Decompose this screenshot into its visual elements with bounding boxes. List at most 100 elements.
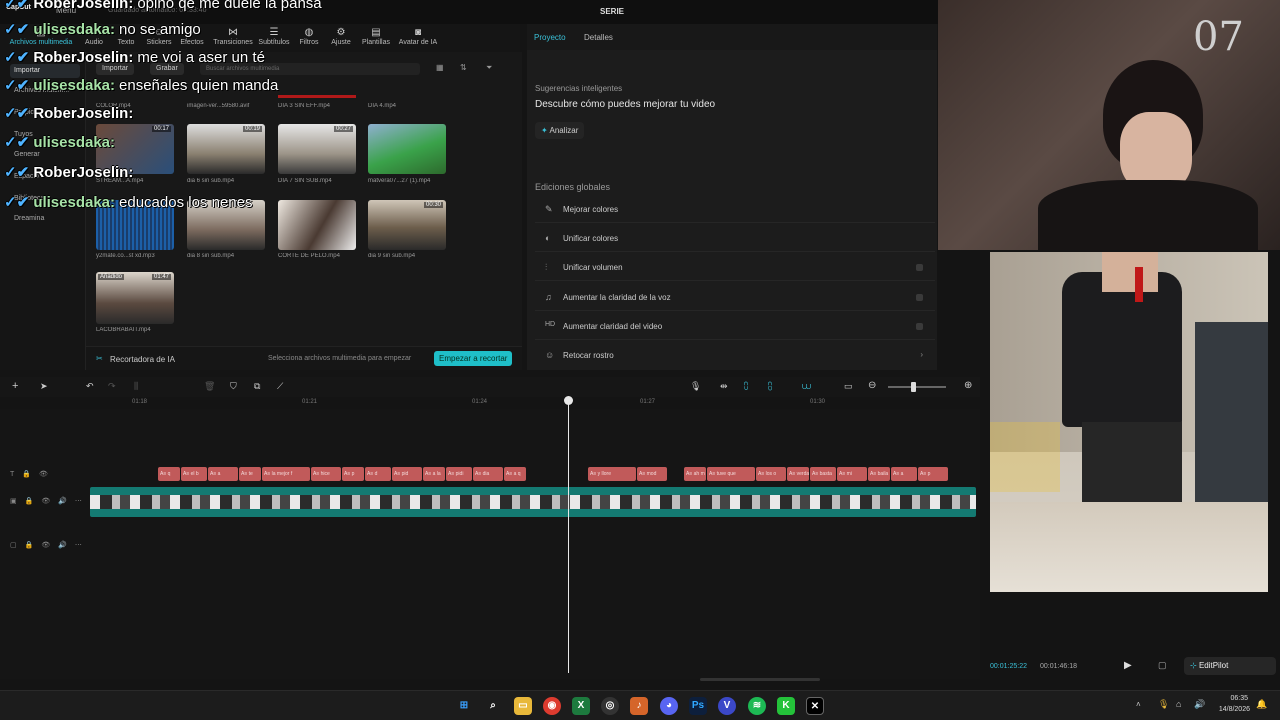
undo-icon[interactable]: ↶ [86, 381, 94, 392]
subtitle-clip[interactable]: A≡ la mejor f [262, 467, 310, 481]
delete-icon[interactable]: 🗑 [204, 381, 215, 392]
discord-icon[interactable]: ◕ [660, 697, 678, 715]
spotify-icon[interactable]: ≋ [748, 697, 766, 715]
subtitle-clip[interactable]: A≡ q [158, 467, 180, 481]
preview-axis-icon[interactable]: ⩊ [802, 381, 811, 392]
subtitle-clip[interactable]: A≡ mi [837, 467, 867, 481]
redo-icon[interactable]: ↷ [108, 381, 116, 392]
video-track-controls[interactable]: ▣🔒👁🔊⋯ [10, 497, 90, 505]
subtitle-clip[interactable]: A≡ basta [810, 467, 836, 481]
vpn-icon[interactable]: V [718, 697, 736, 715]
playhead-handle[interactable] [564, 396, 573, 405]
subtitle-clip[interactable]: A≡ tuve que [707, 467, 755, 481]
snap-icon[interactable]: ⩉ [768, 381, 772, 392]
analyze-button[interactable]: ✦ Analizar [535, 122, 585, 139]
capcut-icon[interactable]: ✕ [806, 697, 824, 715]
playhead[interactable] [568, 397, 569, 673]
filter-icon[interactable]: ⏷ [486, 63, 492, 73]
magnet-icon[interactable]: ⩇ [744, 381, 748, 392]
subtitle-track-controls[interactable]: T🔒👁 [10, 470, 56, 478]
subtitle-clip[interactable]: A≡ dia [473, 467, 503, 481]
subtitle-clip[interactable]: A≡ te [239, 467, 261, 481]
sort-icon[interactable]: ⇅ [460, 63, 467, 72]
global-edit-row[interactable]: ☺ Retocar rostro › [535, 342, 935, 369]
fl-studio-icon[interactable]: ♪ [630, 697, 648, 715]
mic-tray-icon[interactable]: 🎙 [1158, 699, 1169, 710]
media-thumbnail[interactable] [278, 200, 356, 250]
global-edit-row[interactable]: ◐ Unificar colores [535, 225, 935, 252]
start-trim-button[interactable]: Empezar a recortar [434, 351, 513, 366]
subtitle-clip[interactable]: A≡ pidi [446, 467, 472, 481]
tab-project[interactable]: Proyecto [534, 33, 566, 42]
kick-icon[interactable]: K [777, 697, 795, 715]
subtitle-clip[interactable]: A≡ a q [504, 467, 526, 481]
ratio-icon[interactable]: ▢ [1158, 660, 1167, 671]
audio-track-controls[interactable]: ▢🔒👁🔊⋯ [10, 541, 90, 549]
subtitle-clip[interactable]: A≡ el b [181, 467, 207, 481]
toggle-checkbox[interactable] [916, 294, 923, 301]
windows-start-icon[interactable]: ⊞ [455, 697, 473, 715]
tool-ai-avatar[interactable]: ◙ Avatar de IA [396, 27, 440, 46]
subtitle-clip[interactable]: A≡ mod [637, 467, 667, 481]
split-icon[interactable]: ⫼ [134, 381, 138, 392]
volume-icon[interactable]: 🔊 [1194, 699, 1205, 710]
sidebar-item-dreamina[interactable]: Dreamina [10, 212, 80, 226]
timeline-ruler[interactable]: 01:18 01:21 01:24 01:27 01:30 [88, 397, 980, 409]
global-edit-row[interactable]: ✎ Mejorar colores [535, 196, 935, 223]
media-thumbnail[interactable]: 01:47 Añadido [96, 272, 174, 324]
global-edit-row[interactable]: ♫ Aumentar la claridad de la voz [535, 284, 935, 311]
media-thumbnail[interactable] [368, 124, 446, 174]
notification-icon[interactable]: 🔔 [1256, 699, 1267, 710]
subtitle-clip[interactable]: A≡ a [208, 467, 238, 481]
zoom-slider[interactable] [888, 386, 946, 388]
chrome-icon[interactable]: ◉ [543, 697, 561, 715]
media-thumbnail[interactable]: 00:27 [278, 124, 356, 174]
select-tool-icon[interactable]: ➤ [40, 381, 48, 392]
toggle-checkbox[interactable] [916, 264, 923, 271]
global-edit-row[interactable]: ⫶ Unificar volumen [535, 254, 935, 281]
subtitle-clip[interactable]: A≡ a la [423, 467, 445, 481]
media-thumbnail[interactable]: 00:19 [187, 124, 265, 174]
file-explorer-icon[interactable]: ▭ [514, 697, 532, 715]
subtitle-clip[interactable]: A≡ p [918, 467, 948, 481]
timeline-scrollbar[interactable] [700, 678, 820, 681]
tab-details[interactable]: Detalles [584, 33, 613, 42]
play-icon[interactable]: ▶ [1124, 660, 1132, 671]
toggle-checkbox[interactable] [916, 323, 923, 330]
zoom-out-icon[interactable]: ⊖ [868, 380, 876, 391]
subtitle-clip[interactable]: A≡ los o [756, 467, 786, 481]
excel-icon[interactable]: X [572, 697, 590, 715]
mic-icon[interactable]: 🎙 [690, 381, 701, 392]
grid-view-icon[interactable]: ▦ [436, 63, 444, 72]
subtitle-clip[interactable]: A≡ hice [311, 467, 341, 481]
tool-transitions[interactable]: ⋈ Transiciones [211, 27, 255, 46]
tool-subtitles[interactable]: ☰ Subtítulos [254, 27, 294, 46]
shield-icon[interactable]: ⛉ [230, 381, 237, 392]
editpilot-button[interactable]: ⊹ EditPilot [1184, 657, 1276, 675]
auto-cut-icon[interactable]: ⟋ [277, 381, 283, 392]
photoshop-icon[interactable]: Ps [689, 697, 707, 715]
fit-icon[interactable]: ▭ [844, 381, 853, 392]
media-thumbnail[interactable]: 00:30 [368, 200, 446, 250]
subtitle-clip[interactable]: A≡ p [342, 467, 364, 481]
chevron-up-icon[interactable]: ˄ [1136, 700, 1141, 709]
subtitle-clip[interactable]: A≡ a [891, 467, 917, 481]
subtitle-clip[interactable]: A≡ d [365, 467, 391, 481]
obs-icon[interactable]: ◎ [601, 697, 619, 715]
subtitle-clip[interactable]: A≡ ah m [684, 467, 706, 481]
freeze-icon[interactable]: ⧉ [254, 381, 260, 392]
video-clip[interactable] [90, 487, 976, 517]
network-icon[interactable]: ⌂ [1176, 699, 1181, 709]
tool-adjust[interactable]: ⚙ Ajuste [321, 27, 361, 46]
subtitle-clip[interactable]: A≡ y llore [588, 467, 636, 481]
search-icon[interactable]: ⌕ [484, 697, 502, 715]
add-track-icon[interactable]: + [12, 380, 18, 392]
zoom-in-icon[interactable]: ⊕ [964, 380, 972, 391]
global-edit-row[interactable]: HD Aumentar claridad del video [535, 313, 935, 340]
link-icon[interactable]: ⇹ [720, 381, 728, 392]
subtitle-clip[interactable]: A≡ baila [868, 467, 890, 481]
zoom-slider-handle[interactable] [911, 382, 916, 392]
subtitle-clip[interactable]: A≡ verda [787, 467, 809, 481]
tool-templates[interactable]: ▤ Plantillas [356, 27, 396, 46]
subtitle-clip[interactable]: A≡ pid [392, 467, 422, 481]
